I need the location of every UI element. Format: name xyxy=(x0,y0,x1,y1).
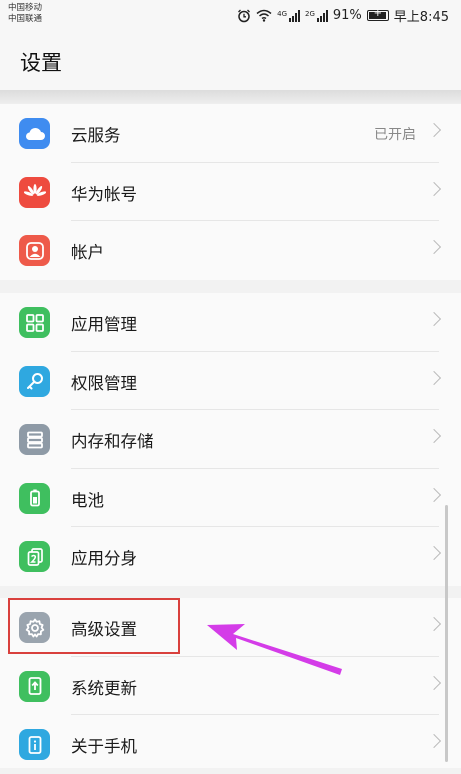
scrollbar[interactable] xyxy=(445,505,448,762)
wifi-icon xyxy=(256,9,272,22)
chevron-right-icon xyxy=(426,675,442,690)
settings-item-huawei-account[interactable]: 华为帐号 xyxy=(0,163,461,221)
settings-item-about-phone[interactable]: 关于手机 xyxy=(0,715,461,774)
carrier-1: 中国移动 xyxy=(8,3,43,13)
settings-item-label: 关于手机 xyxy=(71,737,137,756)
app-twin-icon xyxy=(19,541,50,572)
apps-grid-icon xyxy=(19,307,50,338)
battery-percent: 91% xyxy=(332,8,362,23)
settings-item-battery[interactable]: 电池 xyxy=(0,469,461,527)
settings-item-label: 系统更新 xyxy=(71,678,137,698)
settings-item-permission-management[interactable]: 权限管理 xyxy=(0,352,461,410)
storage-icon xyxy=(19,424,50,455)
settings-item-label: 华为帐号 xyxy=(71,184,137,204)
status-bar: 中国移动 中国联通 4G 2G 91% 早上8:45 xyxy=(0,0,461,32)
chevron-right-icon xyxy=(426,428,442,444)
key-icon xyxy=(19,365,50,397)
cloud-icon xyxy=(19,118,50,149)
settings-item-label: 电池 xyxy=(71,490,104,510)
chevron-right-icon xyxy=(426,122,442,138)
page-title: 设置 xyxy=(20,51,62,75)
settings-item-label: 应用分身 xyxy=(71,549,137,568)
settings-item-label: 权限管理 xyxy=(71,373,137,393)
system-update-icon xyxy=(19,670,50,702)
chevron-right-icon xyxy=(426,733,442,749)
chevron-right-icon xyxy=(426,311,442,327)
chevron-right-icon xyxy=(426,545,442,561)
account-icon xyxy=(19,235,50,266)
chevron-right-icon xyxy=(426,616,442,632)
chevron-right-icon xyxy=(426,181,442,196)
carrier-names: 中国移动 中国联通 xyxy=(8,3,42,25)
battery-charging-icon xyxy=(366,8,389,21)
settings-group-apps: 应用管理 权限管理 内存和存储 电池 应用分身 xyxy=(0,293,461,586)
settings-item-system-update[interactable]: 系统更新 xyxy=(0,657,461,715)
chevron-right-icon xyxy=(426,239,442,255)
clock: 早上8:45 xyxy=(393,10,449,25)
chevron-right-icon xyxy=(426,370,442,385)
settings-item-label: 内存和存储 xyxy=(71,432,154,451)
signal-2-tag: 2G xyxy=(305,9,315,18)
huawei-logo-icon xyxy=(19,176,50,208)
signal-strength-2-icon: 2G xyxy=(305,9,328,22)
chevron-right-icon xyxy=(426,487,442,502)
alarm-clock-icon xyxy=(238,9,251,22)
settings-item-label: 云服务 xyxy=(71,126,121,145)
highlight-box xyxy=(8,598,180,654)
settings-item-memory-storage[interactable]: 内存和存储 xyxy=(0,410,461,469)
battery-icon xyxy=(19,482,50,514)
settings-item-label: 帐户 xyxy=(71,243,104,262)
carrier-2: 中国联通 xyxy=(8,14,43,24)
settings-item-app-twin[interactable]: 应用分身 xyxy=(0,527,461,586)
header-shadow xyxy=(0,90,461,104)
cloud-status-value: 已开启 xyxy=(374,127,416,143)
settings-item-accounts[interactable]: 帐户 xyxy=(0,221,461,280)
app-header: 设置 xyxy=(0,32,461,90)
settings-group-account: 云服务 已开启 华为帐号 帐户 xyxy=(0,104,461,280)
settings-item-app-management[interactable]: 应用管理 xyxy=(0,293,461,352)
settings-item-cloud-service[interactable]: 云服务 已开启 xyxy=(0,104,461,163)
about-phone-icon xyxy=(19,729,50,760)
settings-item-label: 应用管理 xyxy=(71,315,137,334)
status-icons: 4G 2G 91% 早上8:45 xyxy=(237,6,449,25)
signal-strength-1-icon: 4G xyxy=(277,9,300,22)
signal-1-tag: 4G xyxy=(277,9,287,18)
